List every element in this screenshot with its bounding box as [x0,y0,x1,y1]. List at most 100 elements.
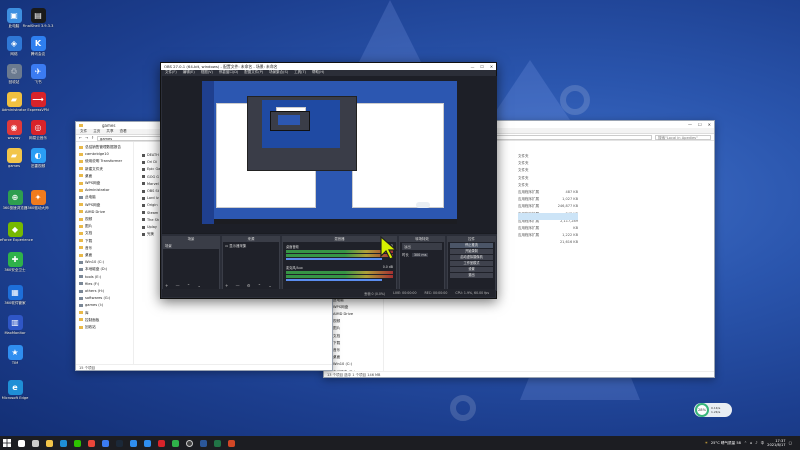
taskbar-explorer-icon[interactable] [42,436,56,450]
volume-slider[interactable] [286,279,382,281]
taskbar-obs-icon[interactable] [182,436,196,450]
nav-item[interactable]: 视频 [79,216,130,223]
volume-slider[interactable] [286,258,382,260]
desktop-icon[interactable]: ★ TIM [3,345,27,365]
obs-titlebar[interactable]: OBS 27.0.1 (64-bit, windows) - 配置文件: 未命名… [161,63,496,70]
selected-row-highlight[interactable] [518,213,578,220]
desktop-icon[interactable]: ▤ FinalShell 3.9.3.3 [23,8,53,28]
taskbar-steam-icon[interactable] [112,436,126,450]
minimize-icon[interactable]: — [688,122,692,127]
taskbar-feishu-icon[interactable] [98,436,112,450]
close-icon[interactable]: ✕ [490,64,493,69]
desktop-icon[interactable]: ▰ Administrator [2,92,26,112]
duration-input[interactable]: 300 ms [411,253,429,257]
nav-item[interactable]: WPS网盘 [79,202,130,209]
taskbar-chrome-icon[interactable] [84,436,98,450]
nav-item[interactable]: 下载 [79,238,130,245]
nav-item[interactable]: Win10 (C:) [79,259,130,266]
nav-item[interactable]: others (H:) [79,288,130,295]
desktop-icon[interactable]: ♲ 回收站 [2,64,26,84]
taskbar-wechat-icon[interactable] [70,436,84,450]
ribbon-tab[interactable]: 主页 [93,129,100,134]
nav-item[interactable]: 图片 [327,325,380,332]
list-item[interactable]: Uplay [142,224,160,231]
obs-menu-item[interactable]: 文件(F) [165,70,177,75]
obs-menu-item[interactable]: 编辑(E) [183,70,195,75]
list-item[interactable]: Epic Ga [142,166,160,173]
obs-menu-item[interactable]: 停靠窗口(D) [219,70,238,75]
control-button[interactable]: 退出 [450,273,493,278]
desktop-icon[interactable]: ✚ 360安全卫士 [3,252,27,272]
nav-item[interactable]: Win10 (C:) [327,361,380,368]
desktop-icon[interactable]: ✈ 飞书 [26,64,50,84]
nav-item[interactable]: games (I:) [79,302,130,309]
list-item[interactable]: Origin [142,202,160,209]
nav-item[interactable]: softwares (G:) [79,295,130,302]
nav-item[interactable]: 桌面 [327,354,380,361]
ribbon-tab[interactable]: 共享 [106,129,113,134]
desktop-icon[interactable]: ✦ 360驱动大师 [26,190,50,210]
desktop-icon[interactable]: ◈ 网络 [2,36,26,56]
minimize-icon[interactable]: — [471,64,475,69]
desktop-icon[interactable]: ▦ 360软件管家 [3,285,27,305]
list-item[interactable]: Steam [142,210,160,217]
nav-item[interactable]: Administrator [79,187,130,194]
taskbar-netease-music-icon[interactable] [154,436,168,450]
desktop-icon[interactable]: ⊕ 360极速浏览器 [3,190,27,210]
maximize-icon[interactable]: ☐ [480,64,483,69]
nav-item[interactable]: 文档 [79,230,130,237]
taskbar-edge-icon[interactable] [56,436,70,450]
control-button[interactable]: 停止推流 [450,243,493,248]
list-item[interactable]: Lord Iv [142,195,160,202]
desktop-icon[interactable]: ◉ wsvray [2,120,26,140]
list-item[interactable]: OBS St [142,188,160,195]
nav-item[interactable]: files (F:) [79,281,130,288]
nav-item[interactable]: 使用说明 Transformer [79,158,130,165]
ribbon-tab[interactable]: 查看 [120,129,127,134]
nav-item[interactable]: cambridge10 [79,151,130,158]
taskbar-powerpoint-icon[interactable] [224,436,238,450]
nav-item[interactable]: 图片 [79,223,130,230]
nav-item[interactable]: 库 [79,310,130,317]
obs-menu-item[interactable]: 工具(T) [294,70,306,75]
obs-menu-item[interactable]: 配置文件(P) [244,70,263,75]
taskbar-tim-icon[interactable] [140,436,154,450]
nav-item[interactable]: WPS网盘 [327,304,380,311]
nav-item[interactable]: 新建文件夹 [79,166,130,173]
network-icon[interactable]: ⌂ [750,441,752,445]
desktop-icon[interactable]: ◎ 网易云音乐 [26,120,50,140]
desktop-icon[interactable]: ⟶ ExpressVPN [26,92,50,112]
taskbar-word-icon[interactable] [196,436,210,450]
obs-menu-item[interactable]: 帮助(H) [312,70,324,75]
control-button[interactable]: 开始录制 [450,249,493,254]
obs-menu-item[interactable]: 视图(V) [201,70,213,75]
nav-item[interactable]: 音乐 [79,245,130,252]
control-button[interactable]: 设置 [450,267,493,272]
nav-item[interactable]: 此电脑 [79,194,130,201]
nav-item[interactable]: 下载 [327,340,380,347]
source-item[interactable]: ▭ 显示器采集 [223,242,279,249]
control-button[interactable]: 工作室模式 [450,261,493,266]
maximize-icon[interactable]: ☐ [698,122,702,127]
nav-item[interactable]: 控制面板 [79,317,130,324]
start-button[interactable] [0,436,14,450]
nav-item[interactable]: 桌面 [79,173,130,180]
list-item[interactable]: The Sh [142,217,160,224]
desktop-icon[interactable]: ◆ GeForce Experience [0,222,33,242]
weather-text[interactable]: 25°C 晴气质量 58 [711,441,741,446]
nav-item[interactable]: 视频 [327,318,380,325]
ime-icon[interactable]: 中 [761,441,765,446]
chevron-up-icon[interactable]: ⌃ [744,441,747,445]
list-item[interactable]: Ori Di [142,159,160,166]
list-item[interactable]: 完美 [142,231,160,238]
nav-item[interactable]: tools (E:) [79,274,130,281]
nav-item[interactable]: 回收站 [79,324,130,331]
nav-item[interactable]: 桌面 [79,252,130,259]
notification-icon[interactable]: ▢ [789,441,792,445]
desktop-icon[interactable]: K 腾讯会议 [26,36,50,56]
nav-item[interactable]: AIMD Drive [327,311,380,318]
ribbon-tab[interactable]: 文件 [80,129,87,134]
nav-item[interactable]: 本地磁盘 (D:) [79,266,130,273]
taskbar-360-icon[interactable] [168,436,182,450]
search-input[interactable]: 搜索"Local in Apedies" [655,134,711,140]
